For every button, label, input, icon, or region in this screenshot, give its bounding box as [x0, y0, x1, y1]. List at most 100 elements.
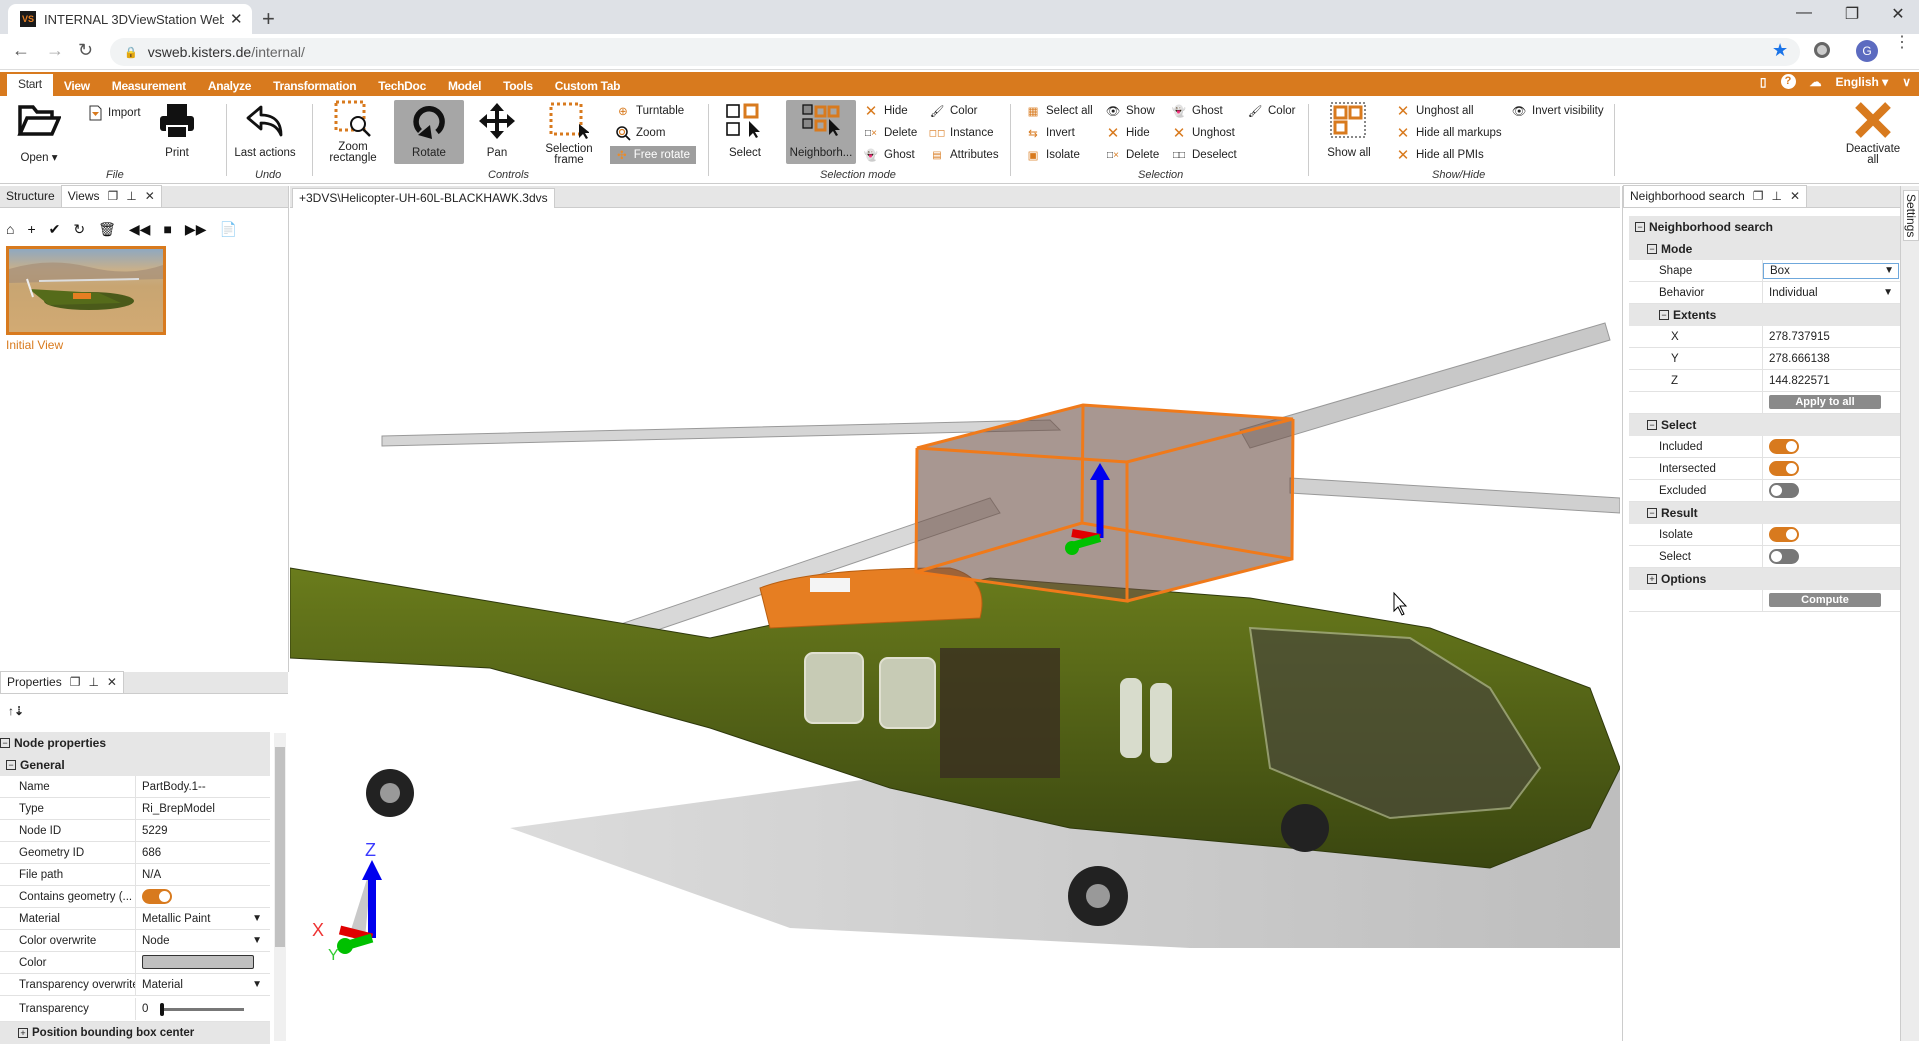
- ribbon-tab-measurement[interactable]: Measurement: [101, 76, 197, 96]
- document-tab[interactable]: +3DVS\Helicopter-UH-60L-BLACKHAWK.3dvs: [292, 188, 555, 208]
- tab-neighborhood-search[interactable]: Neighborhood search ❐ ⊥ ✕: [1623, 185, 1808, 207]
- back-button[interactable]: ←: [12, 40, 30, 61]
- deactivate-all-button[interactable]: Deactivate all: [1838, 100, 1908, 166]
- reload-button[interactable]: ↻: [78, 40, 93, 61]
- included-toggle[interactable]: [1769, 438, 1799, 454]
- close-window-button[interactable]: ✕: [1878, 4, 1918, 24]
- ribbon-tab-transformation[interactable]: Transformation: [262, 76, 367, 96]
- unghost-button[interactable]: ✕ Unghost: [1170, 124, 1235, 142]
- language-select[interactable]: English ▾: [1836, 75, 1889, 89]
- properties-scrollbar[interactable]: [274, 733, 286, 1041]
- help-icon[interactable]: ?: [1780, 74, 1796, 89]
- prop-value[interactable]: PartBody.1--: [136, 776, 270, 798]
- ghost-button[interactable]: 👻 Ghost: [1170, 102, 1223, 120]
- forward-button[interactable]: →: [46, 40, 64, 61]
- unghost-all-button[interactable]: ✕ Unghost all: [1394, 102, 1474, 120]
- view-label[interactable]: Initial View: [6, 338, 63, 352]
- url-input[interactable]: 🔒 vsweb.kisters.de/internal/: [110, 38, 1800, 66]
- mode-hide-button[interactable]: ✕ Hide: [862, 102, 908, 120]
- ribbon-tab-techdoc[interactable]: TechDoc: [367, 76, 437, 96]
- bookmark-star-icon[interactable]: ★: [1772, 40, 1788, 61]
- invert-visibility-button[interactable]: 👁 Invert visibility: [1510, 102, 1604, 120]
- selection-frame-button[interactable]: Selection frame: [534, 100, 604, 166]
- pin-icon[interactable]: ⊥: [1772, 186, 1782, 207]
- select-mode-button[interactable]: Select: [710, 100, 780, 164]
- options-header[interactable]: + Options: [1629, 568, 1901, 590]
- show-all-button[interactable]: Show all: [1314, 100, 1384, 164]
- transparency-overwrite-select[interactable]: Material ▼: [136, 974, 270, 996]
- ribbon-tab-view[interactable]: View: [53, 76, 101, 96]
- extension-icon[interactable]: [1814, 42, 1830, 58]
- mode-attributes-button[interactable]: ▤ Attributes: [928, 146, 998, 164]
- import-button[interactable]: Import: [86, 104, 141, 122]
- close-panel-icon[interactable]: ✕: [1790, 186, 1800, 207]
- select-header[interactable]: − Select: [1629, 414, 1901, 436]
- hide-all-markups-button[interactable]: ✕ Hide all markups: [1394, 124, 1502, 142]
- add-view-icon[interactable]: +: [27, 221, 35, 238]
- mode-instance-button[interactable]: ◻◻ Instance: [928, 124, 994, 142]
- pin-icon[interactable]: ⊥: [88, 672, 98, 693]
- rotate-button[interactable]: Rotate: [394, 100, 464, 164]
- browser-tab[interactable]: VS INTERNAL 3DViewStation WebVi ✕: [8, 4, 252, 34]
- show-button[interactable]: 👁 Show: [1104, 102, 1155, 120]
- neighborhood-header[interactable]: − Neighborhood search: [1629, 216, 1901, 238]
- settings-tab[interactable]: Settings: [1903, 190, 1919, 242]
- zoom-rectangle-button[interactable]: Zoom rectangle: [318, 100, 388, 164]
- extents-header[interactable]: − Extents: [1629, 304, 1901, 326]
- close-panel-icon[interactable]: ✕: [145, 186, 155, 207]
- print-button[interactable]: Print: [142, 100, 212, 164]
- home-icon[interactable]: ⌂: [6, 221, 14, 238]
- ribbon-tab-model[interactable]: Model: [437, 76, 492, 96]
- neighborhood-box[interactable]: [914, 403, 1295, 603]
- free-rotate-button[interactable]: ✣ Free rotate: [610, 146, 696, 164]
- selection-color-button[interactable]: 🖌 Color: [1246, 102, 1296, 120]
- zoom-button[interactable]: Zoom: [614, 124, 665, 142]
- float-panel-icon[interactable]: ❐: [70, 672, 81, 693]
- delete-button[interactable]: □ × Delete: [1104, 146, 1159, 164]
- float-panel-icon[interactable]: ❐: [1753, 186, 1764, 207]
- contains-geometry-toggle[interactable]: [142, 888, 172, 904]
- open-button[interactable]: Open ▾: [4, 100, 74, 164]
- result-select-toggle[interactable]: [1769, 548, 1799, 564]
- ribbon-tab-analyze[interactable]: Analyze: [197, 76, 262, 96]
- result-header[interactable]: − Result: [1629, 502, 1901, 524]
- transparency-slider[interactable]: [160, 1002, 244, 1016]
- ribbon-tab-start[interactable]: Start: [7, 74, 53, 96]
- isolate-toggle[interactable]: [1769, 526, 1799, 542]
- shape-select[interactable]: Box ▼: [1763, 262, 1899, 279]
- pan-button[interactable]: Pan: [462, 100, 532, 164]
- isolate-button[interactable]: ▣ Isolate: [1024, 146, 1080, 164]
- check-all-icon[interactable]: ✔: [49, 221, 61, 238]
- color-swatch[interactable]: [142, 955, 254, 970]
- sort-az-icon[interactable]: ↑⇣: [8, 704, 24, 718]
- behavior-select[interactable]: Individual ▼: [1763, 282, 1901, 304]
- scrollbar-thumb[interactable]: [275, 747, 285, 947]
- mobile-icon[interactable]: ▯: [1760, 75, 1767, 89]
- mode-ghost-button[interactable]: 👻 Ghost: [862, 146, 915, 164]
- last-actions-button[interactable]: Last actions: [230, 100, 300, 164]
- intersected-toggle[interactable]: [1769, 460, 1799, 476]
- invert-selection-button[interactable]: ⇆ Invert: [1024, 124, 1075, 142]
- pin-icon[interactable]: ⊥: [126, 186, 136, 207]
- select-all-button[interactable]: ▦ Select all: [1024, 102, 1093, 120]
- hide-all-pmis-button[interactable]: ✕ Hide all PMIs: [1394, 146, 1484, 164]
- tab-properties[interactable]: Properties ❐ ⊥ ✕: [0, 671, 124, 693]
- close-tab-icon[interactable]: ✕: [230, 10, 243, 28]
- trash-icon[interactable]: 🗑: [98, 221, 116, 238]
- extent-x-input[interactable]: 278.737915: [1763, 326, 1901, 348]
- float-panel-icon[interactable]: ❐: [107, 186, 118, 207]
- tab-structure[interactable]: Structure: [0, 185, 61, 207]
- extent-y-input[interactable]: 278.666138: [1763, 348, 1901, 370]
- view-thumbnail[interactable]: [6, 246, 166, 335]
- hide-button[interactable]: ✕ Hide: [1104, 124, 1150, 142]
- fast-forward-icon[interactable]: ▶▶: [185, 221, 207, 238]
- mode-header[interactable]: − Mode: [1629, 238, 1901, 260]
- ribbon-tab-tools[interactable]: Tools: [492, 76, 544, 96]
- collapse-ribbon-icon[interactable]: ∨: [1902, 75, 1911, 89]
- ribbon-tab-custom[interactable]: Custom Tab: [544, 76, 631, 96]
- material-select[interactable]: Metallic Paint ▼: [136, 908, 270, 930]
- deselect-button[interactable]: □□ Deselect: [1170, 146, 1237, 164]
- 3d-viewport[interactable]: Z X Y: [290, 208, 1620, 1041]
- stop-icon[interactable]: ■: [163, 221, 171, 238]
- restore-button[interactable]: ❐: [1832, 4, 1872, 24]
